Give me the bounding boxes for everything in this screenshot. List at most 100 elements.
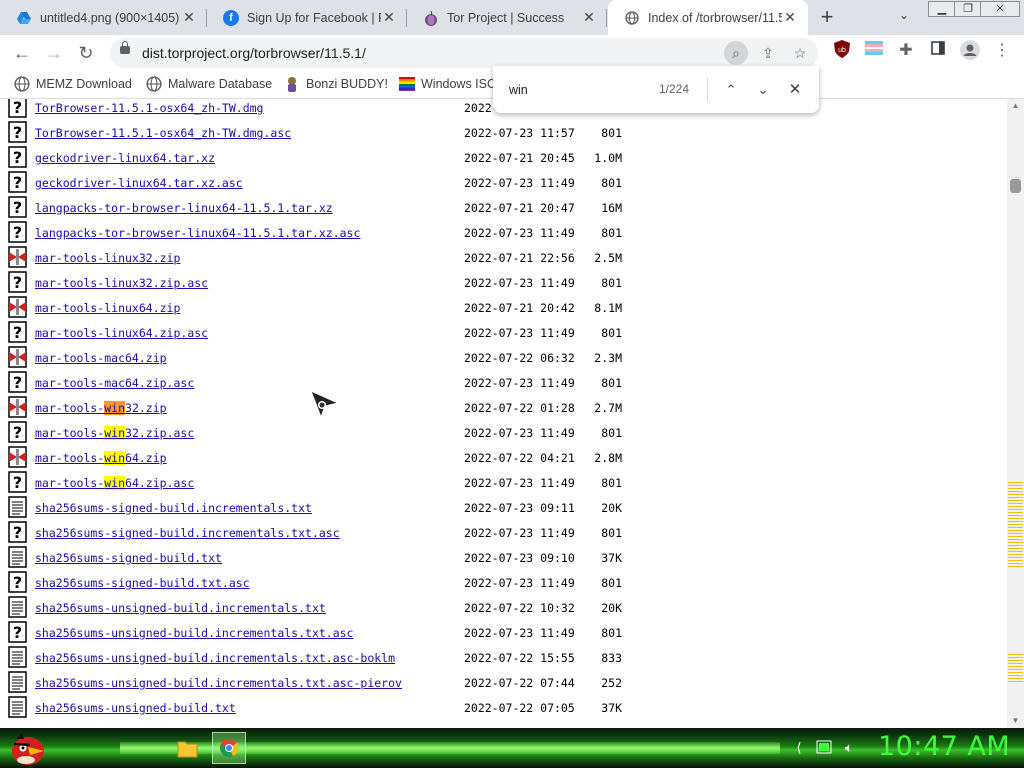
file-link[interactable]: sha256sums-signed-build.txt.asc [35,576,250,590]
table-row: ? mar-tools-linux32.zip.asc 2022-07-23 11:… [0,271,1007,296]
close-icon[interactable]: ✕ [581,9,597,26]
chevron-down-icon[interactable]: ⌄ [751,78,775,102]
scroll-down-arrow[interactable]: ▼ [1007,714,1024,728]
bookmark-star-icon[interactable]: ☆ [788,41,812,65]
network-tray-icon[interactable]: ⟨ [790,740,808,758]
bookmark-bonzi-buddy[interactable]: Bonzi BUDDY! [284,74,388,94]
tab-separator [606,9,607,27]
file-link[interactable]: langpacks-tor-browser-linux64-11.5.1.tar… [35,201,333,215]
bookmark-malware-database[interactable]: Malware Database [146,74,272,94]
close-icon[interactable]: ✕ [783,78,807,102]
taskbar-clock[interactable]: 10:47 AM [878,731,1010,762]
file-link[interactable]: mar-tools-linux32.zip.asc [35,276,208,290]
tab-facebook[interactable]: f Sign Up for Facebook | Fa ✕ [207,0,407,35]
back-button[interactable]: ← [9,40,35,66]
file-link[interactable]: langpacks-tor-browser-linux64-11.5.1.tar… [35,226,360,240]
find-match-tick [1008,557,1023,558]
share-icon[interactable]: ⇪ [756,41,780,65]
file-date: 2022-07-23 09:11 [464,501,575,515]
battery-tray-icon[interactable] [815,740,833,758]
scroll-up-arrow[interactable]: ▲ [1007,99,1024,113]
vertical-scrollbar[interactable]: ▲ ▼ [1007,99,1024,728]
file-date: 2022-07-23 11:49 [464,526,575,540]
kebab-menu-icon[interactable]: ⋮ [991,40,1013,62]
file-date: 2022-07-23 11:49 [464,276,575,290]
bookmark-memz[interactable]: MEMZ Download [14,74,132,94]
minimize-button[interactable]: ▁ [928,1,956,17]
new-tab-button[interactable]: + [815,6,839,30]
file-link[interactable]: mar-tools-win32.zip.asc [35,426,194,440]
file-link[interactable]: mar-tools-mac64.zip.asc [35,376,194,390]
file-date: 2022-07-21 22:56 [464,251,575,265]
file-link[interactable]: mar-tools-mac64.zip [35,351,167,365]
find-in-page-icon[interactable]: ⌕ [724,41,748,65]
profile-avatar-icon[interactable] [959,40,981,62]
archive-file-icon [8,396,28,418]
file-link[interactable]: sha256sums-signed-build.incrementals.txt [35,501,312,515]
tab-index-torbrowser[interactable]: Index of /torbrowser/11.5 ✕ [608,0,808,35]
puzzle-extensions-icon[interactable]: ✚ [895,40,917,62]
file-link[interactable]: sha256sums-signed-build.incrementals.txt… [35,526,340,540]
file-link[interactable]: mar-tools-win32.zip [35,401,167,415]
table-row: sha256sums-signed-build.txt 2022-07-23 09… [0,546,1007,571]
side-panel-icon[interactable] [927,40,949,62]
file-link[interactable]: mar-tools-linux64.zip [35,301,180,315]
chevron-up-icon[interactable]: ⌃ [719,78,743,102]
file-link[interactable]: TorBrowser-11.5.1-osx64_zh-TW.dmg [35,101,263,115]
unknown-file-icon: ? [8,521,28,543]
find-match-tick [1008,527,1023,528]
file-link[interactable]: geckodriver-linux64.tar.xz [35,151,215,165]
tab-title: untitled4.png (900×1405) [40,10,180,25]
ublock-icon[interactable]: ub [831,40,853,62]
find-input[interactable] [509,82,639,98]
chevron-down-icon[interactable]: ⌄ [894,8,914,28]
file-link[interactable]: sha256sums-unsigned-build.txt [35,701,236,715]
address-bar[interactable]: dist.torproject.org/torbrowser/11.5.1/ ⌕… [110,38,818,68]
table-row: ? sha256sums-signed-build.txt.asc 2022-07-… [0,571,1007,596]
file-link[interactable]: mar-tools-win64.zip [35,451,167,465]
start-button[interactable] [6,729,48,767]
close-icon[interactable]: ✕ [782,9,798,26]
scrollbar-thumb[interactable] [1010,179,1021,193]
file-explorer-icon[interactable] [170,732,204,764]
table-row: ? sha256sums-unsigned-build.incrementals.… [0,621,1007,646]
close-icon[interactable]: ✕ [381,9,397,26]
tab-tor-project[interactable]: Tor Project | Success ✕ [407,0,607,35]
file-link[interactable]: TorBrowser-11.5.1-osx64_zh-TW.dmg.asc [35,126,291,140]
file-link[interactable]: sha256sums-signed-build.txt [35,551,222,565]
find-match-tick [1008,485,1023,486]
bookmark-windows-iso[interactable]: Windows ISO [399,74,497,94]
forward-button[interactable]: → [41,40,67,66]
file-date: 2022-07-23 11:49 [464,476,575,490]
file-link[interactable]: sha256sums-unsigned-build.incrementals.t… [35,651,395,665]
find-match-tick [1008,672,1023,673]
window-close-button[interactable]: ✕ [980,1,1020,17]
find-highlight: win [104,451,126,465]
unknown-file-icon: ? [8,321,28,343]
text-file-icon [8,596,28,618]
table-row: ? langpacks-tor-browser-linux64-11.5.1.ta… [0,196,1007,221]
file-link[interactable]: geckodriver-linux64.tar.xz.asc [35,176,243,190]
svg-text:?: ? [13,123,22,142]
file-link[interactable]: mar-tools-win64.zip.asc [35,476,194,490]
file-link[interactable]: mar-tools-linux32.zip [35,251,180,265]
table-row: mar-tools-linux64.zip 2022-07-21 20:42 8.1… [0,296,1007,321]
reload-button[interactable]: ↻ [73,40,99,66]
busy-cursor-icon [310,390,340,419]
table-row: sha256sums-unsigned-build.incrementals.t… [0,671,1007,696]
gdrive-icon [16,10,32,26]
volume-tray-icon[interactable]: 🔈︎ [840,740,858,758]
file-link[interactable]: sha256sums-unsigned-build.incrementals.t… [35,676,402,690]
chrome-taskbar-icon[interactable] [212,732,246,764]
tab-untitled4[interactable]: untitled4.png (900×1405) ✕ [0,0,207,35]
close-icon[interactable]: ✕ [181,9,197,26]
flag-extension-icon[interactable] [863,40,885,62]
file-link[interactable]: sha256sums-unsigned-build.incrementals.t… [35,601,326,615]
file-link[interactable]: mar-tools-linux64.zip.asc [35,326,208,340]
maximize-button[interactable]: ❐ [954,1,982,17]
file-size: 801 [601,526,622,540]
file-size: 8.1M [594,301,622,315]
tab-title: Tor Project | Success [447,10,565,25]
find-highlight: win [104,401,126,415]
file-link[interactable]: sha256sums-unsigned-build.incrementals.t… [35,626,354,640]
